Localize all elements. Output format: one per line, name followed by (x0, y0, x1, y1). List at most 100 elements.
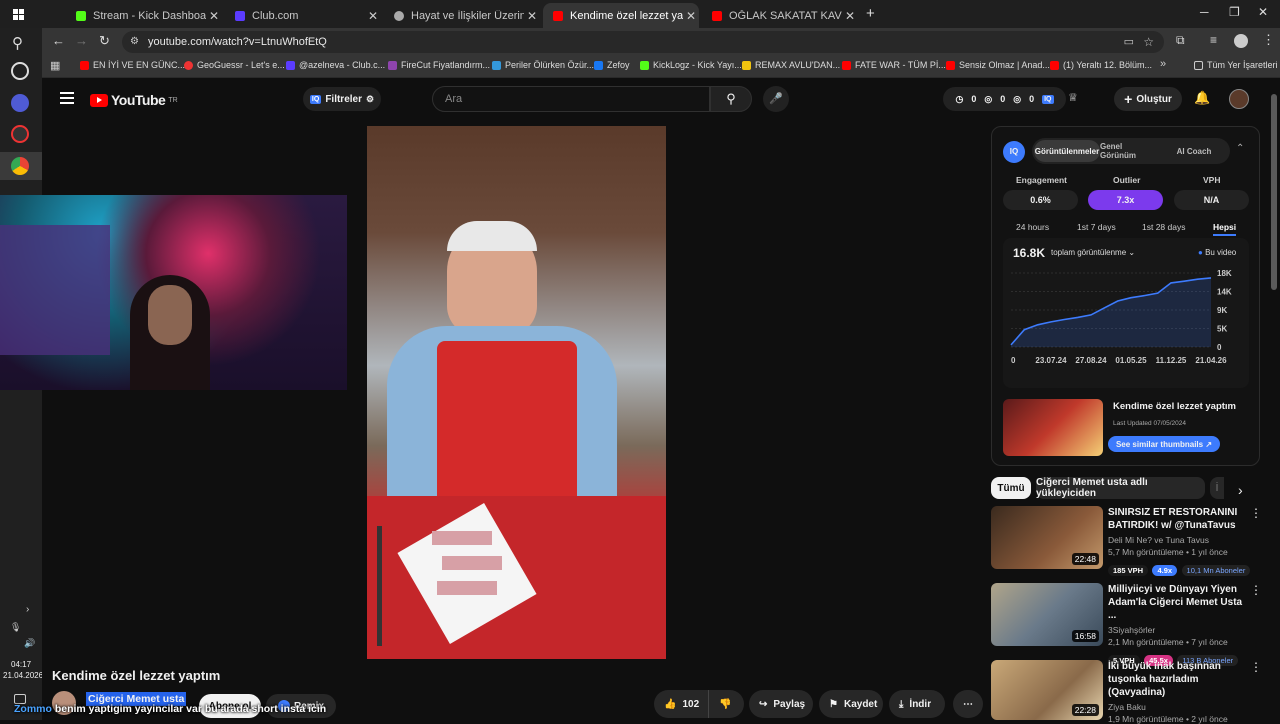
bookmark-item[interactable]: FireCut Fiyatlandırm... (388, 60, 490, 70)
chrome-icon[interactable] (0, 152, 42, 180)
bookmark-item[interactable]: Zefoy (594, 60, 630, 70)
chip-more[interactable]: İ (1210, 477, 1224, 499)
range-28d[interactable]: 1st 28 days (1142, 222, 1185, 232)
range-24h[interactable]: 24 hours (1016, 222, 1049, 232)
video-card-title: Kendime özel lezzet yaptım (1113, 401, 1237, 412)
filters-button[interactable]: IQ Filtreler ⚙ (303, 87, 381, 111)
bookmark-item[interactable]: GeoGuessr - Let's e... (184, 60, 285, 70)
app-icon[interactable] (11, 94, 29, 112)
all-bookmarks[interactable]: Tüm Yer İşaretleri (1194, 60, 1278, 70)
similar-thumbnails-button[interactable]: See similar thumbnails ↗ (1108, 436, 1220, 452)
range-all[interactable]: Hepsi (1213, 222, 1237, 236)
video-player[interactable] (367, 126, 666, 659)
range-7d[interactable]: 1st 7 days (1077, 222, 1116, 232)
bookmark-item[interactable]: EN İYİ VE EN GÜNC... (80, 60, 185, 70)
mic-icon[interactable]: 🎙 (10, 622, 21, 633)
header-stats[interactable]: ◷ 0 ◎ 0 ◎ 0 IQ (943, 87, 1066, 111)
tab-club[interactable]: Club.com ✕ (225, 3, 381, 28)
close-icon[interactable]: ✕ (683, 9, 699, 23)
collapse-icon[interactable]: ⌃ (1236, 143, 1244, 154)
share-button[interactable]: ↪ Paylaş (749, 690, 813, 718)
dislike-button[interactable]: 👎 (708, 690, 744, 718)
clock-time: 04:17 (11, 660, 32, 669)
bookmark-item[interactable]: @azelneva - Club.c... (286, 60, 385, 70)
like-button[interactable]: 👍 102 (654, 690, 708, 718)
chevron-right-icon[interactable]: › (1238, 482, 1243, 498)
bookmark-item[interactable]: (1) Yeraltı 12. Bölüm... (1050, 60, 1152, 70)
voice-search-button[interactable]: 🎤 (763, 86, 789, 112)
toolbar: ← → ↻ ⚙ youtube.com/watch?v=LtnuWhofEtQ … (42, 28, 1280, 56)
hamburger-menu-icon[interactable] (60, 92, 74, 104)
menu-icon[interactable]: ⋮ (1262, 32, 1275, 48)
save-button[interactable]: ⚑ Kaydet (819, 690, 883, 718)
recommendation-thumbnail[interactable]: 22:48 (991, 506, 1103, 569)
site-info-icon[interactable]: ⚙ (130, 31, 139, 53)
reload-icon[interactable]: ↻ (99, 33, 110, 49)
search-icon[interactable]: ⚲ (12, 34, 23, 52)
bookmark-item[interactable]: Periler Ölürken Özür... (492, 60, 594, 70)
close-window-button[interactable]: ✕ (1258, 5, 1268, 19)
tab-views[interactable]: Görüntülenmeler (1034, 140, 1100, 162)
tab-hayat[interactable]: Hayat ve İlişkiler Üzerine ✕ (384, 3, 540, 28)
close-icon[interactable]: ✕ (842, 9, 858, 23)
new-tab-button[interactable]: + (866, 5, 875, 22)
minimize-button[interactable]: ─ (1200, 5, 1209, 19)
download-button[interactable]: ⤓ İndir (889, 690, 945, 718)
search-input[interactable]: Ara (432, 86, 710, 112)
tab-ai-coach[interactable]: AI Coach (1164, 140, 1224, 162)
chip-uploader[interactable]: Ciğerci Memet usta adlı yükleyiciden (1036, 477, 1205, 499)
translate-icon[interactable]: ♕ (1068, 91, 1078, 104)
profile-icon[interactable] (1234, 34, 1248, 48)
more-bookmarks-icon[interactable]: » (1160, 58, 1166, 70)
more-actions-button[interactable]: ⋯ (953, 690, 983, 718)
close-icon[interactable]: ✕ (365, 9, 381, 23)
tab-oglak[interactable]: OĞLAK SAKATAT KAVURMA - Yo✕ (702, 3, 858, 28)
extensions-icon[interactable]: ⧉ (1176, 33, 1185, 48)
y-tick-label: 14K (1217, 288, 1232, 297)
volume-icon[interactable]: 🔊 (24, 638, 35, 649)
recommendation-thumbnail[interactable]: 16:58 (991, 583, 1103, 646)
more-options-icon[interactable]: ⋮ (1250, 506, 1262, 520)
recommendation-info[interactable]: İki büyük inak başınnan tuşonka hazırlad… (1108, 660, 1246, 724)
create-button[interactable]: + Oluştur (1114, 87, 1182, 111)
reading-list-icon[interactable]: ≡ (1210, 33, 1217, 47)
tab-kendime[interactable]: Kendime özel lezzet yaptım - Yo✕ (543, 3, 699, 28)
recommendation-info[interactable]: Milliyiicyi ve Dünyayı Yiyen Adam'la Ciğ… (1108, 583, 1246, 668)
back-icon[interactable]: ← (52, 33, 65, 48)
youtube-logo[interactable]: YouTube TR (90, 92, 178, 108)
bookmark-item[interactable]: FATE WAR - TÜM Pİ... (842, 60, 946, 70)
metric-engagement-label: Engagement (1016, 175, 1068, 185)
chip-all[interactable]: Tümü (991, 477, 1031, 499)
vidiq-panel: IQ Görüntülenmeler Genel Görünüm AI Coac… (991, 126, 1260, 466)
recommendation-info[interactable]: SINIRSIZ ET RESTORANINI BATIRDIK! w/ @Tu… (1108, 506, 1251, 578)
app-icon[interactable] (11, 125, 29, 143)
bell-icon[interactable]: 🔔 (1194, 90, 1210, 106)
recommendation-thumbnail[interactable]: 22:28 (991, 660, 1103, 720)
metric-engagement-value: 0.6% (1003, 190, 1078, 210)
maximize-button[interactable]: ❐ (1229, 5, 1240, 19)
chatgpt-icon[interactable] (11, 62, 29, 80)
avatar[interactable] (1229, 89, 1249, 109)
bookmark-item[interactable]: KickLogz - Kick Yayı... (640, 60, 742, 70)
views-dropdown[interactable]: toplam görüntülenme ⌄ (1051, 248, 1135, 257)
bookmark-item[interactable]: Sensiz Olmaz | Anad... (946, 60, 1050, 70)
close-icon[interactable]: ✕ (524, 9, 540, 23)
tab-kick-dashboard[interactable]: Stream - Kick Dashboard ✕ (66, 3, 222, 28)
bookmark-item[interactable]: REMAX AVLU'DAN... (742, 60, 840, 70)
star-icon[interactable]: ☆ (1143, 31, 1154, 53)
close-icon[interactable]: ✕ (206, 9, 222, 23)
more-options-icon[interactable]: ⋮ (1250, 583, 1262, 597)
x-tick-label: 21.04.26 (1195, 356, 1227, 365)
chevron-right-icon[interactable]: › (26, 604, 29, 615)
windows-start-icon[interactable] (13, 8, 25, 20)
scrollbar[interactable] (1271, 90, 1277, 720)
more-options-icon[interactable]: ⋮ (1250, 660, 1262, 674)
webcam-overlay (0, 195, 347, 390)
apps-grid-icon[interactable]: ▦ (50, 59, 60, 72)
search-button[interactable]: ⚲ (710, 86, 752, 112)
tab-overview[interactable]: Genel Görünüm (1100, 140, 1160, 162)
video-card-thumbnail[interactable] (1003, 399, 1103, 456)
address-bar[interactable]: ⚙ youtube.com/watch?v=LtnuWhofEtQ ▭ ☆ (122, 31, 1164, 53)
forward-icon[interactable]: → (75, 33, 88, 48)
cast-icon[interactable]: ▭ (1124, 31, 1134, 53)
